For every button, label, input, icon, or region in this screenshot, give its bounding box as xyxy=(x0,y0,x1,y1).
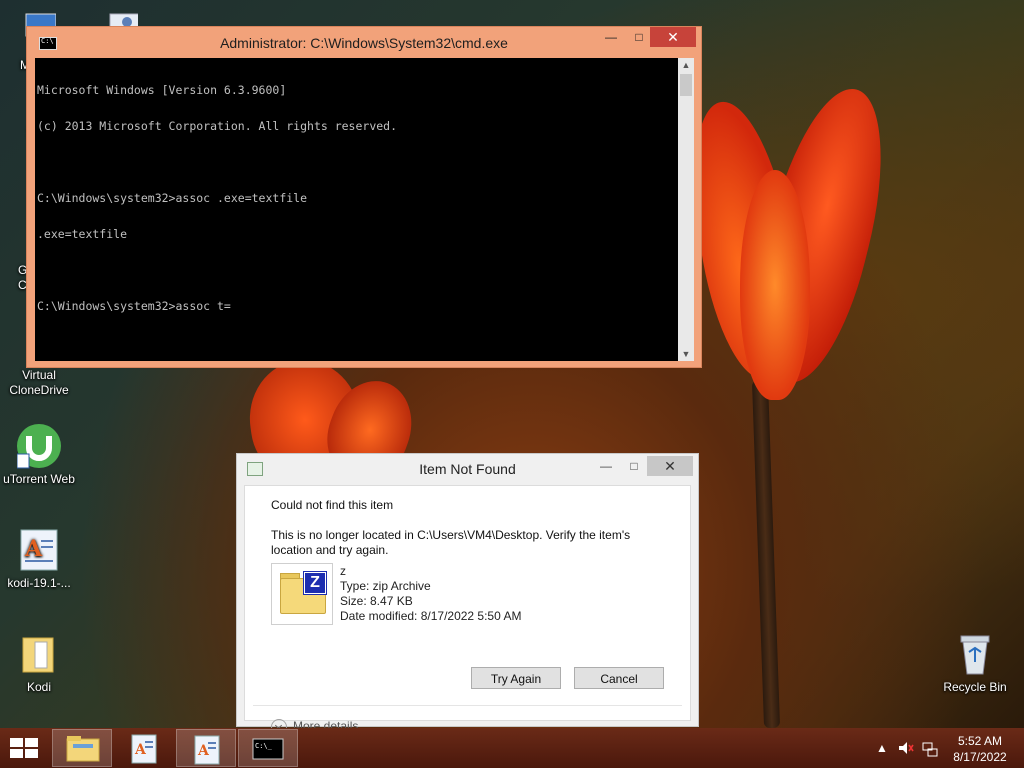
console-line: ​ xyxy=(37,156,678,168)
dialog-close-button[interactable]: ✕ xyxy=(647,456,693,476)
cmd-window[interactable]: Administrator: C:\Windows\System32\cmd.e… xyxy=(26,26,702,368)
svg-text:A: A xyxy=(197,743,210,759)
network-icon[interactable] xyxy=(922,741,938,760)
svg-text:C:\_: C:\_ xyxy=(255,742,273,750)
scroll-down-icon[interactable]: ▼ xyxy=(678,347,694,361)
cmd-scrollbar[interactable]: ▲ ▼ xyxy=(678,58,694,361)
wallpaper-petal xyxy=(740,170,810,400)
utorrent-icon xyxy=(16,424,61,469)
svg-text:A: A xyxy=(134,742,147,758)
desktop-icon-label: uTorrent Web xyxy=(3,472,75,486)
dialog-divider xyxy=(253,705,682,706)
taskbar-file-explorer[interactable] xyxy=(52,729,112,767)
desktop-icon-label: Recycle Bin xyxy=(943,680,1007,694)
dialog-message: This is no longer located in C:\Users\VM… xyxy=(271,528,631,557)
console-line: Microsoft Windows [Version 6.3.9600] xyxy=(37,83,287,97)
taskbar-wordpad[interactable]: A xyxy=(114,729,174,767)
try-again-button[interactable]: Try Again xyxy=(471,667,561,689)
desktop-icon-recycle-bin[interactable]: Recycle Bin xyxy=(937,632,1013,695)
desktop-icon-kodi-installer[interactable]: A kodi-19.1-... xyxy=(1,528,77,591)
console-line: (c) 2013 Microsoft Corporation. All righ… xyxy=(37,119,398,133)
cmd-close-button[interactable]: ✕ xyxy=(650,27,696,47)
taskbar-wordpad-2[interactable]: A xyxy=(176,729,236,767)
console-line: C:\Windows\system32>assoc t= xyxy=(37,299,231,313)
show-hidden-icons-icon[interactable]: ▲ xyxy=(876,741,888,755)
desktop-icon-label: Virtual CloneDrive xyxy=(9,368,69,397)
recycle-bin-icon xyxy=(953,632,997,676)
console-line: .exe=textfile xyxy=(37,227,128,241)
dialog-titlebar[interactable]: Item Not Found — □ ✕ xyxy=(237,454,698,482)
desktop-icon-kodi[interactable]: Kodi xyxy=(1,632,77,695)
wallpaper-stem xyxy=(751,379,781,728)
scroll-thumb[interactable] xyxy=(680,74,692,96)
clock-time[interactable]: 5:52 AM xyxy=(950,734,1010,748)
document-icon: A xyxy=(17,528,61,572)
scroll-up-icon[interactable]: ▲ xyxy=(678,58,694,72)
dialog-body: Could not find this item This is no long… xyxy=(244,485,691,735)
clock-date[interactable]: 8/17/2022 xyxy=(950,750,1010,764)
cancel-button[interactable]: Cancel xyxy=(574,667,664,689)
cmd-minimize-button[interactable]: — xyxy=(597,27,625,47)
dialog-heading: Could not find this item xyxy=(271,498,394,512)
cmd-maximize-button[interactable]: □ xyxy=(625,27,653,47)
file-date-modified: Date modified: 8/17/2022 5:50 AM xyxy=(340,609,522,623)
file-size: Size: 8.47 KB xyxy=(340,594,413,608)
file-name: z xyxy=(340,564,346,578)
console-line: ​ xyxy=(37,264,678,276)
taskbar-command-prompt[interactable]: C:\_ xyxy=(238,729,298,767)
item-not-found-dialog[interactable]: Item Not Found — □ ✕ Could not find this… xyxy=(236,453,699,735)
cmd-console-output[interactable]: Microsoft Windows [Version 6.3.9600] (c)… xyxy=(35,58,678,361)
taskbar: A A C:\_ ▲ 5:52 AM 8/17/2022 xyxy=(0,728,1024,768)
dialog-maximize-button[interactable]: □ xyxy=(621,456,647,476)
cmd-titlebar[interactable]: Administrator: C:\Windows\System32\cmd.e… xyxy=(27,27,701,57)
file-type: Type: zip Archive xyxy=(340,579,431,593)
svg-text:A: A xyxy=(24,536,43,562)
dialog-minimize-button[interactable]: — xyxy=(593,456,619,476)
volume-muted-icon[interactable] xyxy=(898,741,914,758)
zip-archive-icon: Z xyxy=(271,563,333,625)
windows-logo-icon xyxy=(10,738,23,747)
desktop-icon-label: Kodi xyxy=(26,680,52,694)
start-button[interactable] xyxy=(10,738,38,758)
desktop-icon-label: kodi-19.1-... xyxy=(7,576,71,590)
desktop-icon-utorrent-web[interactable]: uTorrent Web xyxy=(1,424,77,487)
folder-icon xyxy=(17,632,61,676)
console-line: C:\Windows\system32>assoc .exe=textfile xyxy=(37,191,308,205)
